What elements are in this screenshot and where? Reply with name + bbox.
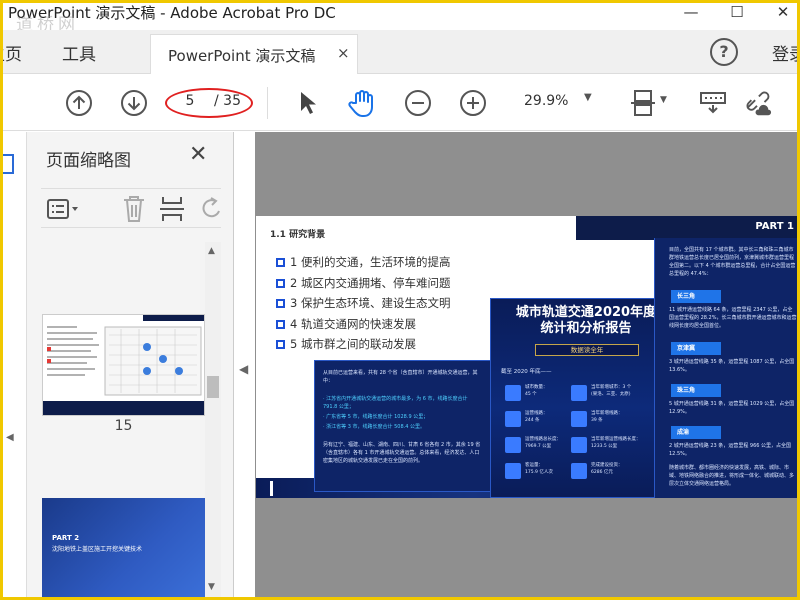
checkbox-icon: [276, 258, 285, 267]
length-icon: [505, 437, 521, 453]
card-line: · 江苏省内开通城轨交通运营的城市最多，为 6 市，线路长度合计 791.8 公…: [323, 396, 468, 410]
close-panel-icon[interactable]: ✕: [189, 142, 207, 167]
region-text: 5 城开通运营线路 31 条，运营里程 1029 公里，占全国 12.9%。: [669, 401, 795, 415]
card-line: · 广东省等 5 市，线路长度合计 1028.9 公里；: [323, 414, 429, 420]
document-view[interactable]: 1.1 研究背景 PART 1 1 便利的交通，生活环境的提高 2 城区内交通拥…: [255, 132, 800, 600]
region-tag: 京津冀: [671, 342, 721, 355]
checkbox-icon: [276, 340, 285, 349]
card-outro: 另有辽宁、福建、山东、湖南、四川、甘肃 6 省各有 2 市，其余 19 省（含直…: [323, 442, 481, 464]
chevron-down-icon[interactable]: ▼: [584, 92, 592, 103]
tools-tab[interactable]: 工具: [62, 40, 96, 65]
region-tag: 长三角: [671, 290, 721, 303]
thumbnail-part-label: PART 2: [52, 534, 80, 542]
card-intro: 从目前已运营来看，共有 28 个省（含直辖市）开通城轨交通运营，其中：: [323, 370, 478, 384]
section-heading: 1.1 研究背景: [270, 230, 326, 240]
share-link-icon[interactable]: [742, 88, 772, 118]
region-text: 2 城开通运营线路 23 条，运营里程 966 公里，占全国 12.5%。: [669, 443, 792, 457]
region-tag: 成渝: [671, 426, 721, 439]
passenger-icon: [505, 463, 521, 479]
scrollbar-thumb[interactable]: [207, 376, 219, 398]
list-item: 2 城区内交通拥堵、停车难问题: [276, 275, 450, 296]
thumbnail-options-icon[interactable]: [47, 198, 81, 224]
page-down-icon[interactable]: [119, 88, 149, 118]
document-tab-label: PowerPoint 演示文稿: [168, 47, 316, 65]
collapse-panel-icon[interactable]: ◀: [239, 362, 248, 376]
report-badge: 数据读全年: [535, 344, 639, 356]
navigation-rail: ◀: [0, 132, 27, 600]
region-tag: 珠三角: [671, 384, 721, 397]
list-item: 3 保护生态环境、建设生态文明: [276, 295, 450, 316]
pdf-page: 1.1 研究背景 PART 1 1 便利的交通，生活环境的提高 2 城区内交通拥…: [256, 216, 800, 498]
regions-outro: 随着城市群、都市圈经济的快速发展，高铁、城际、市域、地铁网络融合的推进，将形成一…: [669, 465, 795, 487]
region-text: 3 城开通运营线路 35 条，运营里程 1087 公里，占全国 13.6%。: [669, 359, 795, 373]
stat-item: 完成建设投资： 6286 亿元: [571, 461, 661, 483]
stat-item: 当年新增运营线路长度： 1233.5 公里: [571, 435, 661, 457]
thumbnail-list[interactable]: 15 PART 2 沈阳地铁上盖区施工开挖关键技术 ▲ ▼: [27, 242, 234, 600]
delete-page-icon[interactable]: [121, 195, 147, 227]
thumbnail-page-label: 15: [114, 418, 133, 434]
zoom-out-icon[interactable]: [403, 88, 433, 118]
left-info-card: 从目前已运营来看，共有 28 个省（含直辖市）开通城轨交通运营，其中： · 江苏…: [314, 360, 492, 492]
maximize-button[interactable]: ☐: [714, 0, 760, 28]
investment-icon: [571, 463, 587, 479]
toolbar: 5 / 35 29.9% ▼ ▼: [0, 75, 800, 131]
research-background-list: 1 便利的交通，生活环境的提高 2 城区内交通拥堵、停车难问题 3 保护生态环境…: [276, 254, 450, 357]
checkbox-icon: [276, 319, 285, 329]
zoom-in-icon[interactable]: [458, 88, 488, 118]
list-item: 1 便利的交通，生活环境的提高: [276, 254, 450, 275]
page-display-icon[interactable]: [628, 88, 658, 118]
minimize-button[interactable]: —: [668, 0, 714, 28]
thumbnail-scrollbar[interactable]: ▲ ▼: [205, 242, 221, 600]
page-display-chevron-icon[interactable]: ▼: [660, 95, 667, 105]
page-thumbnail-15[interactable]: [42, 314, 205, 416]
region-text: 11 城开通运营线路 64 条，运营里程 2347 公里，占全国运营里程的 28…: [669, 307, 797, 329]
home-tab[interactable]: 主页: [0, 40, 22, 65]
stat-item: 当年新增城市：3 个 (果洛、三亚、太原): [571, 383, 661, 405]
top-banner: PART 1: [576, 216, 800, 240]
city-icon: [505, 385, 521, 401]
regions-intro: 目前，全国共有 17 个城市群。其中长三角和珠三角城市群地铁运营总长度已居全国前…: [669, 247, 796, 277]
band-marker: [270, 481, 273, 496]
report-subtitle: 截至 2020 年底——: [501, 369, 552, 375]
page-up-icon[interactable]: [64, 88, 94, 118]
scroll-up-icon[interactable]: ▲: [208, 246, 215, 256]
login-button[interactable]: 登录: [772, 40, 800, 65]
toolbar-divider: [267, 87, 268, 119]
page-number-highlight: [165, 88, 253, 118]
rotate-page-icon[interactable]: [201, 197, 221, 225]
stat-item: 当年新增线路： 39 条: [571, 409, 661, 431]
new-length-icon: [571, 437, 587, 453]
insert-page-icon[interactable]: [159, 195, 185, 227]
expand-rail-icon[interactable]: ◀: [6, 432, 14, 443]
checkbox-icon: [276, 299, 285, 308]
panel-toolbar: [41, 188, 221, 228]
scroll-down-icon[interactable]: ▼: [208, 582, 215, 592]
part-label: PART 1: [755, 221, 794, 232]
card-line: · 浙江省等 3 市，线路长度合计 508.4 公里。: [323, 424, 426, 430]
help-icon[interactable]: ?: [710, 38, 738, 66]
page-thumbnail-16[interactable]: PART 2 沈阳地铁上盖区施工开挖关键技术: [42, 498, 205, 598]
hand-tool-icon[interactable]: [347, 88, 377, 118]
close-window-button[interactable]: ✕: [760, 0, 800, 28]
list-item: 5 城市群之间的联动发展: [276, 336, 450, 357]
regions-card: 目前，全国共有 17 个城市群。其中长三角和珠三角城市群地铁运营总长度已居全国前…: [654, 238, 800, 498]
page-thumbnails-panel: 页面缩略图 ✕ 15 PART 2 沈阳地铁上盖区施工开挖关键技术 ▲ ▼: [27, 132, 234, 600]
keyboard-icon[interactable]: [698, 88, 728, 118]
menu-bar: 主页 工具 PowerPoint 演示文稿 × ? 登录: [0, 30, 800, 74]
list-item: 4 轨道交通网的快速发展: [276, 316, 450, 337]
title-bar: PowerPoint 演示文稿 - Adobe Acrobat Pro DC 道…: [0, 0, 800, 35]
panel-title: 页面缩略图: [46, 151, 131, 171]
thumbnail-part-title: 沈阳地铁上盖区施工开挖关键技术: [52, 546, 143, 553]
document-tab[interactable]: PowerPoint 演示文稿 ×: [150, 34, 358, 74]
checkbox-icon: [276, 278, 285, 288]
page-thumbnails-icon[interactable]: [0, 154, 14, 174]
new-line-icon: [571, 411, 587, 427]
close-tab-icon[interactable]: ×: [337, 44, 350, 62]
zoom-level-select[interactable]: 29.9%: [524, 93, 568, 109]
line-icon: [505, 411, 521, 427]
report-title: 城市轨道交通2020年度 统计和分析报告: [515, 305, 657, 336]
new-city-icon: [571, 385, 587, 401]
select-pointer-icon[interactable]: [293, 88, 323, 118]
